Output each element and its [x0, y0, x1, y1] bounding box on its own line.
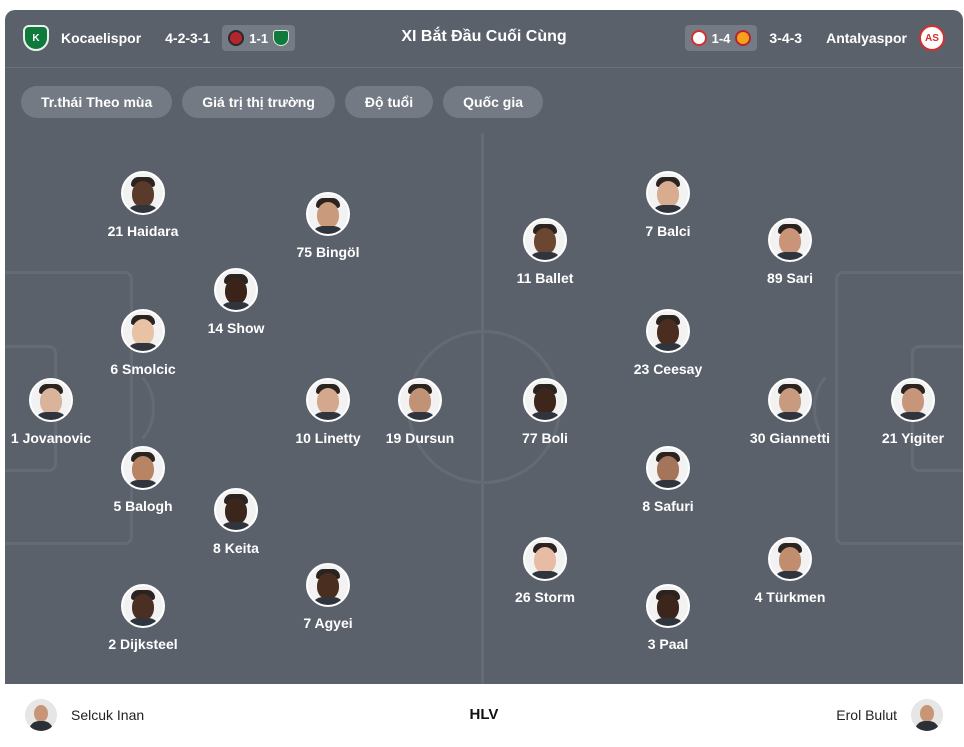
filter-age[interactable]: Độ tuổi	[344, 86, 434, 118]
filter-bar: Tr.thái Theo mùa Giá trị thị trường Độ t…	[21, 86, 544, 118]
player-avatar	[121, 584, 165, 628]
player-name: 77 Boli	[522, 430, 568, 446]
player-avatar	[306, 563, 350, 607]
player-avatar	[29, 378, 73, 422]
player-avatar	[121, 171, 165, 215]
player-name: 26 Storm	[515, 589, 575, 605]
filter-market-value[interactable]: Giá trị thị trường	[182, 86, 335, 118]
coach-avatar	[911, 699, 943, 731]
player-home[interactable]: 2 Dijksteel	[73, 584, 213, 652]
away-coach-name: Erol Bulut	[836, 707, 897, 723]
lineup-card: K Kocaelispor 4-2-3-1 1-1 XI Bắt Đầu Cuố…	[5, 10, 963, 747]
player-avatar	[646, 584, 690, 628]
player-name: 23 Ceesay	[633, 361, 703, 377]
player-name: 21 Haidara	[107, 223, 179, 239]
player-away[interactable]: 4 Türkmen	[720, 537, 860, 605]
player-name: 6 Smolcic	[110, 361, 176, 377]
away-formation: 3-4-3	[769, 30, 803, 46]
player-name: 7 Balci	[645, 223, 691, 239]
player-avatar	[214, 488, 258, 532]
player-avatar	[646, 446, 690, 490]
away-last-score: 1-4	[711, 30, 731, 46]
coach-label: HLV	[469, 706, 499, 723]
player-avatar	[891, 378, 935, 422]
player-away[interactable]: 30 Giannetti	[720, 378, 860, 446]
player-away[interactable]: 21 Yigiter	[843, 378, 963, 446]
player-away[interactable]: 26 Storm	[475, 537, 615, 605]
coach-bar: Selcuk Inan HLV Erol Bulut	[5, 684, 963, 747]
player-home[interactable]: 75 Bingöl	[258, 192, 398, 260]
player-avatar	[306, 378, 350, 422]
player-name: 3 Paal	[647, 636, 689, 652]
player-avatar	[398, 378, 442, 422]
player-home[interactable]: 1 Jovanovic	[5, 378, 121, 446]
antalyaspor-small-logo-icon	[690, 30, 707, 46]
player-name: 30 Giannetti	[749, 430, 831, 446]
player-name: 4 Türkmen	[754, 589, 826, 605]
player-home[interactable]: 21 Haidara	[73, 171, 213, 239]
player-home[interactable]: 7 Agyei	[258, 563, 398, 631]
player-name: 8 Keita	[213, 540, 259, 556]
player-name: 89 Sari	[767, 270, 813, 286]
away-team[interactable]: 1-4 3-4-3 Antalyaspor AS	[684, 23, 945, 53]
pitch: 21 Haidara 75 Bingöl 14 Show 6 Smolcic 1…	[5, 133, 963, 684]
player-name: 8 Safuri	[642, 498, 694, 514]
player-avatar	[646, 171, 690, 215]
player-avatar	[646, 309, 690, 353]
antalyaspor-logo-icon: AS	[919, 25, 945, 51]
filter-nationality[interactable]: Quốc gia	[443, 86, 544, 118]
lineup-header: K Kocaelispor 4-2-3-1 1-1 XI Bắt Đầu Cuố…	[5, 10, 963, 68]
galatasaray-logo-icon	[735, 30, 752, 46]
player-away[interactable]: 89 Sari	[720, 218, 860, 286]
player-name: 2 Dijksteel	[108, 636, 178, 652]
away-team-name: Antalyaspor	[826, 30, 907, 46]
away-last-match[interactable]: 1-4	[684, 25, 758, 51]
player-avatar	[768, 537, 812, 581]
player-avatar	[768, 378, 812, 422]
player-avatar	[523, 537, 567, 581]
player-home[interactable]: 6 Smolcic	[73, 309, 213, 377]
player-avatar	[121, 309, 165, 353]
player-name: 1 Jovanovic	[10, 430, 92, 446]
player-name: 75 Bingöl	[296, 244, 360, 260]
player-away[interactable]: 23 Ceesay	[598, 309, 738, 377]
player-avatar	[121, 446, 165, 490]
player-name: 21 Yigiter	[881, 430, 945, 446]
player-name: 19 Dursun	[385, 430, 455, 446]
player-avatar	[306, 192, 350, 236]
player-home[interactable]: 8 Keita	[166, 488, 306, 556]
away-coach[interactable]: Erol Bulut	[836, 699, 943, 731]
player-home[interactable]: 19 Dursun	[350, 378, 490, 446]
player-away[interactable]: 3 Paal	[598, 584, 738, 652]
player-name: 7 Agyei	[303, 615, 353, 631]
player-avatar	[523, 218, 567, 262]
player-away[interactable]: 8 Safuri	[598, 446, 738, 514]
player-avatar	[768, 218, 812, 262]
player-away[interactable]: 7 Balci	[598, 171, 738, 239]
player-name: 11 Ballet	[516, 270, 574, 286]
player-away[interactable]: 11 Ballet	[475, 218, 615, 286]
player-avatar	[214, 268, 258, 312]
filter-season-status[interactable]: Tr.thái Theo mùa	[21, 86, 173, 118]
player-away[interactable]: 77 Boli	[475, 378, 615, 446]
player-avatar	[523, 378, 567, 422]
